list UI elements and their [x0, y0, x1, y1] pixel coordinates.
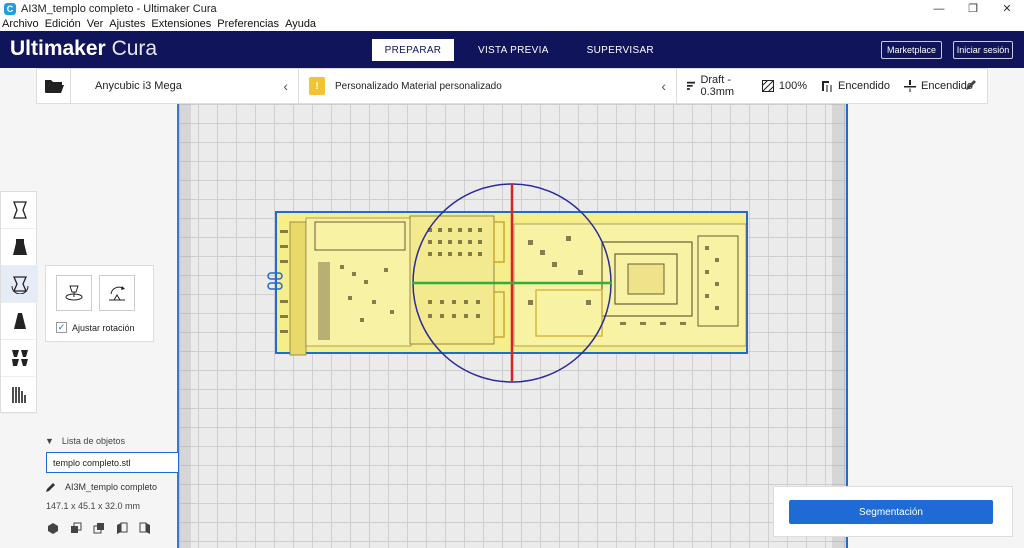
- printer-name: Anycubic i3 Mega: [95, 80, 182, 92]
- signin-button[interactable]: Iniciar sesión: [953, 41, 1013, 59]
- chevron-down-icon: ▼: [45, 436, 54, 446]
- close-button[interactable]: ✕: [990, 0, 1024, 17]
- window-title: AI3M_templo completo - Ultimaker Cura: [21, 2, 217, 15]
- rotate-options-panel: ✓ Ajustar rotación: [45, 265, 154, 342]
- infill-item: 100%: [761, 80, 807, 92]
- menu-edicion[interactable]: Edición: [45, 18, 81, 30]
- printer-selector[interactable]: Anycubic i3 Mega ‹: [71, 68, 299, 104]
- snap-rotation-checkbox[interactable]: ✓ Ajustar rotación: [56, 322, 135, 333]
- open-file-button[interactable]: [37, 68, 71, 104]
- ultimaker-cura-logo: Ultimaker Cura: [10, 37, 157, 61]
- slice-button[interactable]: Segmentación: [789, 500, 993, 524]
- move-tool-icon: [12, 201, 27, 219]
- chevron-left-icon: ‹: [283, 78, 288, 94]
- mirror-tool[interactable]: [1, 303, 38, 340]
- project-name-label: AI3M_templo completo: [65, 482, 158, 492]
- tool-column: [0, 191, 38, 414]
- view-left-icon[interactable]: [115, 521, 129, 535]
- profile-item: Draft - 0.3mm: [687, 74, 748, 98]
- camera-view-buttons: [46, 521, 161, 535]
- stage-tabs: PREPARAR VISTA PREVIA SUPERVISAR: [372, 39, 672, 61]
- tab-vista-previa[interactable]: VISTA PREVIA: [460, 39, 567, 61]
- cura-app-icon: C: [4, 2, 16, 15]
- adhesion-icon: [904, 80, 916, 92]
- brand-bold: Ultimaker: [10, 37, 106, 60]
- menu-ver[interactable]: Ver: [87, 18, 104, 30]
- per-model-settings-icon: [11, 350, 28, 366]
- lay-flat-icon: [65, 285, 83, 301]
- slice-panel: Segmentación: [773, 486, 1013, 537]
- snap-rotation-label: Ajustar rotación: [72, 322, 135, 333]
- menu-archivo[interactable]: Archivo: [2, 18, 39, 30]
- per-model-settings-tool[interactable]: [1, 340, 38, 377]
- object-list-title: Lista de objetos: [61, 436, 125, 446]
- menu-ayuda[interactable]: Ayuda: [285, 18, 316, 30]
- marketplace-button[interactable]: Marketplace: [881, 41, 942, 59]
- select-face-to-align-button[interactable]: [99, 275, 135, 311]
- view-3d-icon[interactable]: [46, 521, 60, 535]
- rotate-tool[interactable]: [1, 266, 38, 303]
- menu-bar: Archivo Edición Ver Ajustes Extensiones …: [0, 17, 1024, 31]
- menu-ajustes[interactable]: Ajustes: [109, 18, 145, 30]
- profile-label: Draft - 0.3mm: [700, 74, 735, 98]
- view-front-icon[interactable]: [69, 521, 83, 535]
- scale-tool-icon: [12, 239, 27, 255]
- material-name: Personalizado Material personalizado: [335, 80, 502, 92]
- view-right-icon[interactable]: [138, 521, 152, 535]
- title-bar: C AI3M_templo completo - Ultimaker Cura …: [0, 0, 1024, 17]
- rotate-tool-icon: [11, 276, 28, 294]
- material-selector[interactable]: ! Personalizado Material personalizado ‹: [299, 68, 677, 104]
- mirror-tool-icon: [13, 313, 26, 329]
- adhesion-item: Encendido: [904, 80, 973, 92]
- scale-tool[interactable]: [1, 229, 38, 266]
- lay-flat-button[interactable]: [56, 275, 92, 311]
- print-settings-summary[interactable]: Draft - 0.3mm 100% Encendido Encendido: [677, 68, 987, 104]
- tab-preparar[interactable]: PREPARAR: [372, 39, 454, 61]
- restore-button[interactable]: ❐: [956, 0, 990, 17]
- print-setup-toolbar: Anycubic i3 Mega ‹ ! Personalizado Mater…: [36, 68, 988, 104]
- checkmark-icon: ✓: [56, 322, 67, 333]
- pencil-icon: [46, 483, 55, 492]
- menu-extensiones[interactable]: Extensiones: [151, 18, 211, 30]
- object-list-toggle[interactable]: ▼ Lista de objetos: [45, 436, 125, 446]
- model-dimensions: 147.1 x 45.1 x 32.0 mm: [46, 501, 141, 511]
- view-top-icon[interactable]: [92, 521, 106, 535]
- chevron-left-icon: ‹: [661, 78, 666, 94]
- support-icon: [822, 81, 832, 92]
- project-name[interactable]: AI3M_templo completo: [46, 482, 157, 492]
- align-face-icon: [109, 286, 125, 301]
- window-controls: — ❐ ✕: [922, 0, 1024, 17]
- support-blocker-tool[interactable]: [1, 377, 38, 414]
- minimize-button[interactable]: —: [922, 0, 956, 17]
- infill-label: 100%: [778, 80, 807, 92]
- infill-icon: [761, 80, 774, 92]
- support-blocker-icon: [11, 387, 26, 403]
- build-volume-edge: [832, 104, 846, 548]
- support-label: Encendido: [838, 80, 890, 92]
- menu-preferencias[interactable]: Preferencias: [217, 18, 279, 30]
- warning-badge-icon: !: [309, 77, 325, 95]
- object-list-item[interactable]: templo completo.stl: [46, 452, 179, 473]
- build-volume-edge: [177, 104, 191, 548]
- support-item: Encendido: [821, 80, 890, 92]
- move-tool[interactable]: [1, 192, 38, 229]
- brand-light: Cura: [111, 37, 158, 60]
- build-plate-viewport[interactable]: [177, 104, 848, 548]
- quality-profile-icon: [687, 81, 696, 90]
- app-header: Ultimaker Cura PREPARAR VISTA PREVIA SUP…: [0, 31, 1024, 68]
- folder-icon: [44, 80, 64, 93]
- edit-pencil-icon[interactable]: [965, 79, 977, 91]
- tab-supervisar[interactable]: SUPERVISAR: [569, 39, 672, 61]
